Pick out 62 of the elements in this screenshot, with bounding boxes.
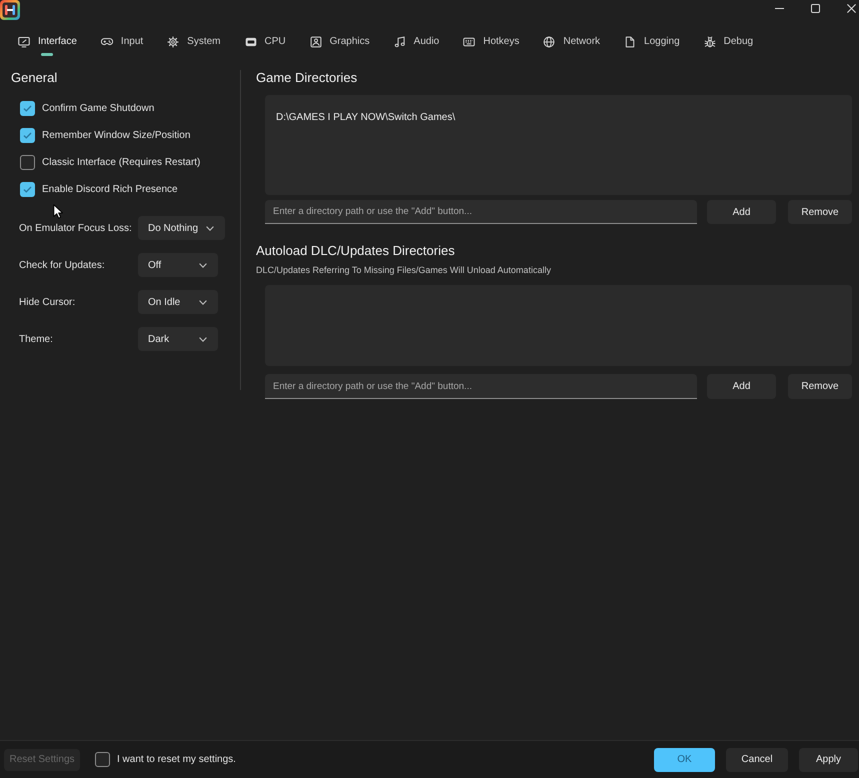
- chip-icon: [244, 36, 257, 48]
- section-title: Game Directories: [256, 70, 358, 86]
- apply-button[interactable]: Apply: [799, 748, 858, 772]
- globe-icon: [543, 36, 556, 48]
- tab[interactable]: Logging: [612, 30, 692, 58]
- cancel-button[interactable]: Cancel: [726, 748, 788, 772]
- monitor-icon: [18, 36, 30, 48]
- section-title: General: [11, 70, 58, 86]
- checkbox[interactable]: [20, 101, 35, 116]
- tab[interactable]: Input: [88, 30, 156, 58]
- app-logo-icon: [0, 0, 20, 20]
- checkbox[interactable]: [95, 752, 110, 767]
- path-input-field[interactable]: Enter a directory path or use the "Add" button...: [265, 200, 697, 224]
- tab[interactable]: CPU: [232, 30, 298, 58]
- remove-button[interactable]: Remove: [788, 374, 852, 399]
- checkbox-label: Remember Window Size/Position: [42, 129, 190, 142]
- checkbox-label: Enable Discord Rich Presence: [42, 183, 178, 196]
- tab[interactable]: Hotkeys: [451, 30, 532, 58]
- dropdown[interactable]: On Idle: [138, 290, 218, 314]
- chevron-down-icon: [199, 336, 207, 342]
- tab[interactable]: Audio: [382, 30, 452, 58]
- gear-icon: [167, 36, 180, 48]
- section-title: Autoload DLC/Updates Directories: [256, 243, 456, 259]
- remove-button[interactable]: Remove: [788, 200, 852, 224]
- music-note-icon: [394, 36, 406, 48]
- tab[interactable]: System: [155, 30, 233, 58]
- checkbox[interactable]: [20, 155, 35, 170]
- section-subtitle: DLC/Updates Referring To Missing Files/Games Will Unload Automatically: [256, 265, 551, 276]
- add-button[interactable]: Add: [707, 374, 776, 399]
- checkmark-icon: [23, 186, 32, 193]
- tab[interactable]: Debug: [692, 30, 766, 58]
- dropdown[interactable]: Dark: [138, 327, 218, 351]
- chevron-down-icon: [199, 300, 207, 304]
- add-button[interactable]: Add: [707, 200, 776, 224]
- bug-icon: [704, 36, 716, 48]
- setting-label: On Emulator Focus Loss:: [19, 222, 133, 234]
- checkmark-icon: [23, 105, 32, 112]
- checkbox-label: Classic Interface (Requires Restart): [42, 156, 200, 169]
- close-icon[interactable]: [847, 4, 856, 13]
- path-input-field[interactable]: Enter a directory path or use the "Add" button...: [265, 374, 697, 399]
- chevron-down-icon: [206, 226, 214, 230]
- image-icon: [310, 36, 322, 48]
- dropdown[interactable]: Off: [138, 253, 218, 277]
- checkbox-label: Confirm Game Shutdown: [42, 102, 154, 115]
- checkbox-label: I want to reset my settings.: [117, 753, 236, 766]
- setting-label: Theme:: [19, 332, 54, 346]
- gamepad-icon: [100, 36, 113, 48]
- checkbox[interactable]: [20, 128, 35, 143]
- chevron-down-icon: [199, 262, 207, 268]
- maximize-icon[interactable]: [811, 4, 820, 13]
- tab[interactable]: Interface: [6, 30, 89, 58]
- dropdown[interactable]: Do Nothing: [138, 216, 226, 240]
- directory-entry[interactable]: D:\GAMES I PLAY NOW\Switch Games\: [276, 111, 456, 124]
- setting-label: Check for Updates:: [19, 258, 106, 272]
- document-icon: [624, 36, 636, 48]
- checkmark-icon: [23, 132, 32, 139]
- tab[interactable]: Graphics: [298, 30, 382, 58]
- tab[interactable]: Network: [531, 30, 612, 58]
- mouse-pointer-icon: [53, 204, 63, 219]
- setting-label: Hide Cursor:: [19, 296, 76, 308]
- keyboard-icon: [463, 36, 476, 48]
- checkbox[interactable]: [20, 182, 35, 197]
